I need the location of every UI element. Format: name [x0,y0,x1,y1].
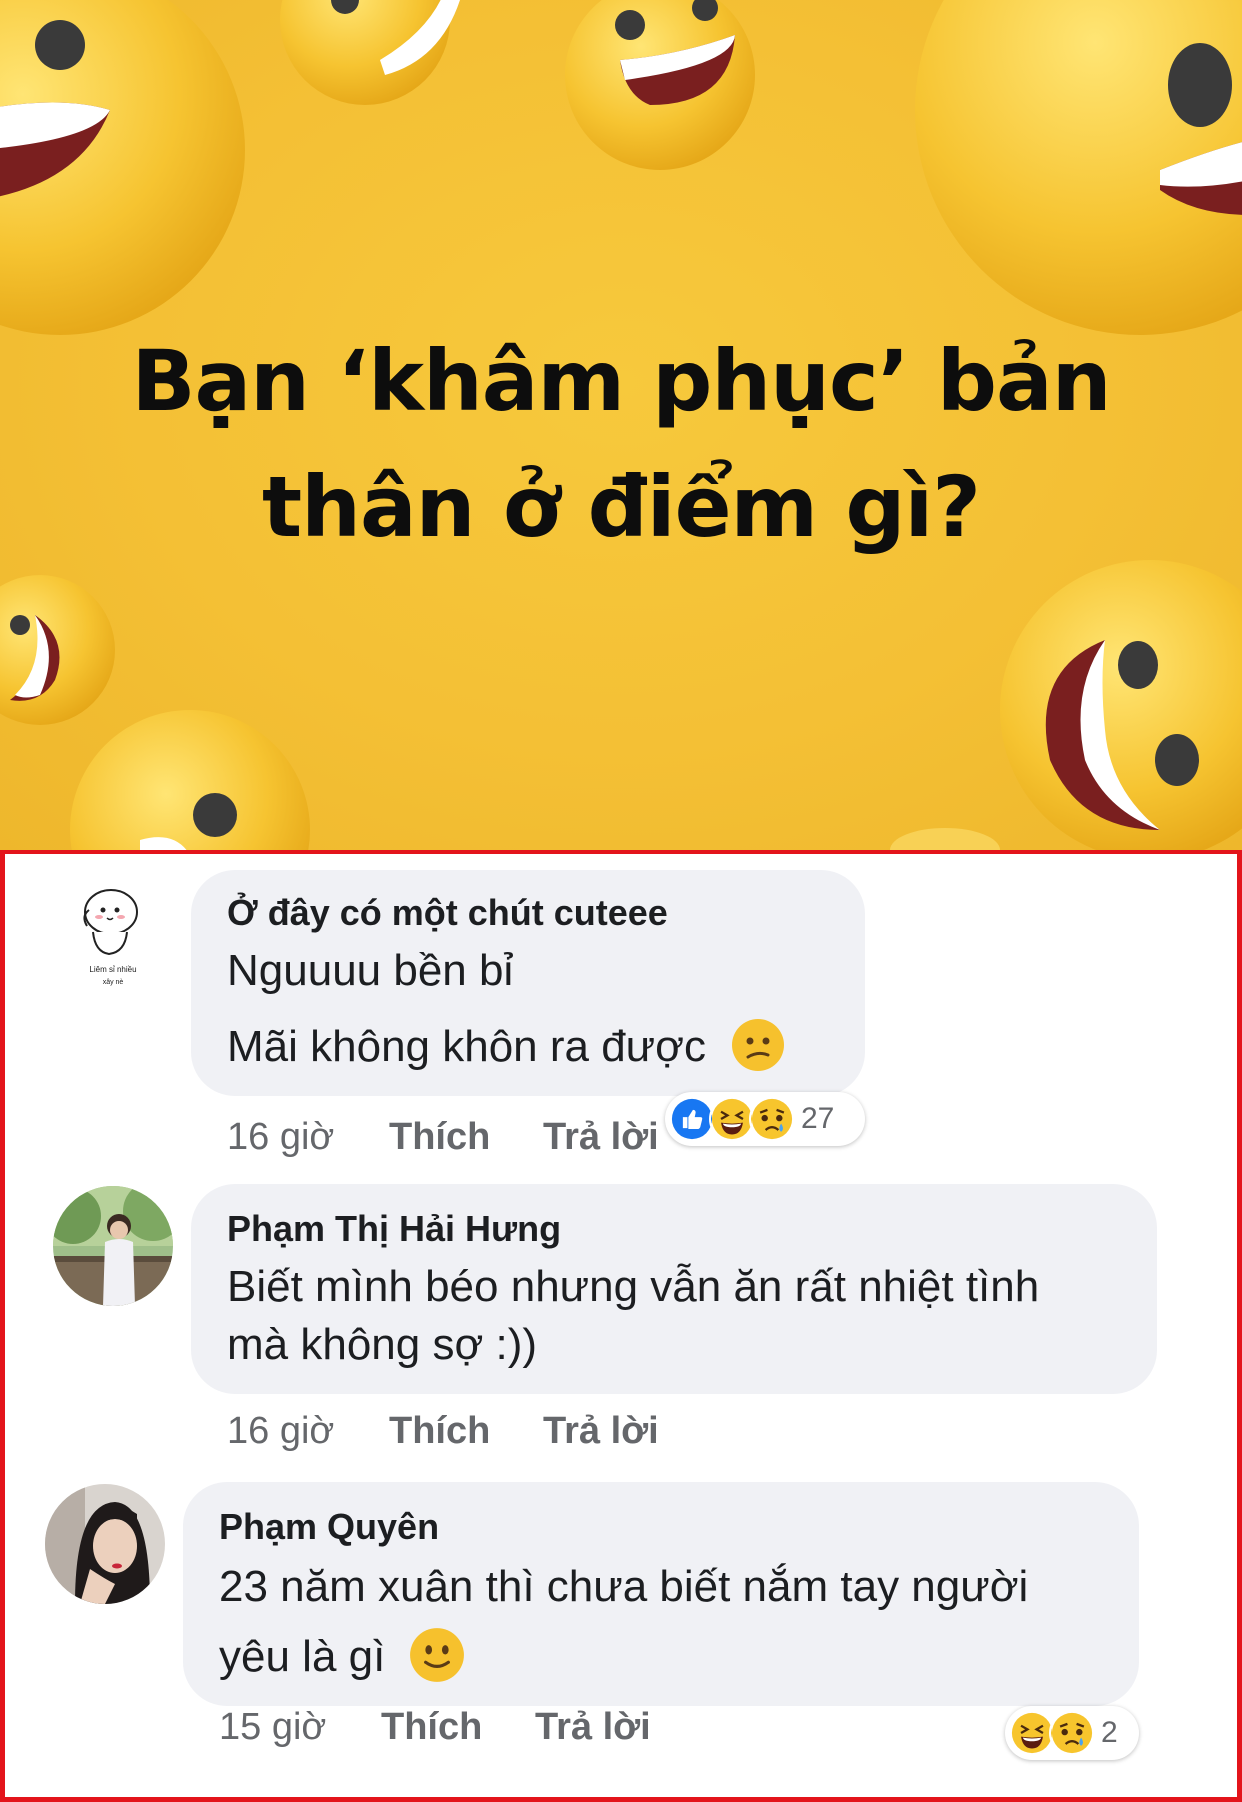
sad-reaction-icon [1049,1710,1095,1756]
comment-text-line: 23 năm xuân thì chưa biết nắm tay người [219,1562,1029,1611]
user-photo-icon [45,1484,165,1604]
avatar[interactable]: Liêm sỉ nhiều xây nè [53,874,173,994]
smiley-icon [1000,560,1242,850]
hero-title: Bạn ‘khâm phục’ bản thân ở điểm gì? [0,318,1242,570]
comment-text: Mãi không khôn ra được [227,1022,706,1071]
smiley-icon [890,828,1000,850]
like-button[interactable]: Thích [389,1116,490,1159]
slightly-smiling-face-icon [409,1628,464,1683]
smiley-icon [915,0,1242,335]
avatar[interactable] [45,1484,165,1604]
comment-author[interactable]: Phạm Quyên [219,1506,439,1548]
hero-title-line: Bạn ‘khâm phục’ bản [131,332,1111,430]
like-button[interactable]: Thích [381,1706,482,1749]
sad-reaction-icon [749,1096,795,1142]
smiley-icon [70,710,310,850]
comment-time: 16 giờ [227,1116,335,1158]
hero-banner: Bạn ‘khâm phục’ bản thân ở điểm gì? [0,0,1242,850]
avatar[interactable] [53,1186,173,1306]
user-photo-icon [53,1186,173,1306]
hero-title-line: thân ở điểm gì? [262,458,981,556]
confused-face-icon [732,1019,785,1072]
avatar-caption: Liêm sỉ nhiều [89,965,136,974]
reply-button[interactable]: Trả lời [535,1706,651,1749]
avatar-caption: xây nè [103,979,124,986]
comment-time: 16 giờ [227,1410,335,1452]
smiley-icon [0,0,245,335]
cute-character-icon: Liêm sỉ nhiều xây nè [53,874,173,994]
smiley-icon [280,0,460,105]
comment-text-line: Mãi không khôn ra được [227,1019,786,1073]
comment-text: yêu là gì [219,1632,386,1681]
comment-time: 15 giờ [219,1706,327,1748]
reactions-summary[interactable]: 2 [1005,1706,1139,1760]
comment-author[interactable]: Ở đây có một chút cuteee [227,892,668,934]
reaction-count: 2 [1101,1716,1118,1749]
comment-text-line: Biết mình béo nhưng vẫn ăn rất nhiệt tìn… [227,1262,1040,1311]
comment-text-line: yêu là gì [219,1628,466,1684]
reactions-summary[interactable]: 27 [665,1092,865,1146]
reaction-count: 27 [801,1102,835,1135]
comment-text-line: mà không sợ :)) [227,1320,538,1369]
smiley-icon [0,575,115,725]
reply-button[interactable]: Trả lời [543,1116,659,1159]
reply-button[interactable]: Trả lời [543,1410,659,1453]
smiley-icon [565,0,755,170]
like-button[interactable]: Thích [389,1410,490,1453]
comment-author[interactable]: Phạm Thị Hải Hưng [227,1208,561,1250]
comments-section: Liêm sỉ nhiều xây nè Ở đây có một chút c… [0,850,1242,1802]
comment-text-line: Nguuuu bền bỉ [227,946,514,995]
